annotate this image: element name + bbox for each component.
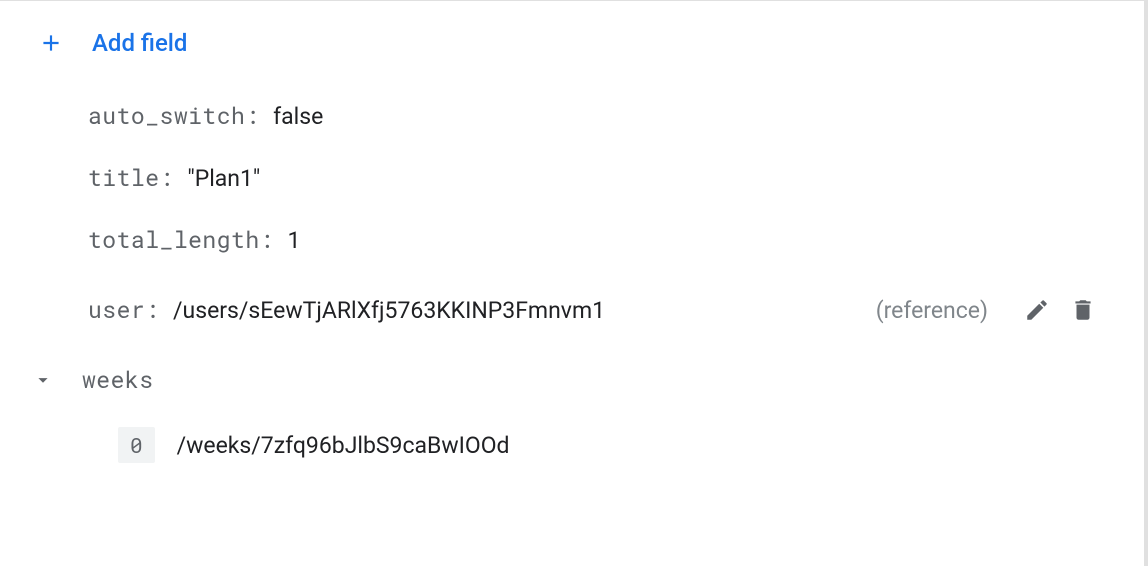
delete-button[interactable] (1062, 287, 1104, 333)
field-value: 1 (287, 227, 300, 254)
field-value: "Plan1" (187, 165, 260, 192)
field-key: weeks (82, 365, 154, 395)
field-key: user (88, 295, 145, 325)
field-type-label: (reference) (876, 297, 988, 324)
field-key: title (88, 163, 160, 193)
field-auto-switch[interactable]: auto_switch: false (88, 85, 1104, 147)
add-field-button[interactable]: Add field (0, 1, 1144, 85)
array-index-badge: 0 (118, 427, 155, 463)
add-field-label: Add field (92, 29, 187, 57)
field-user[interactable]: user: /users/sEewTjARlXfj5763KKINP3Fmnvm… (88, 271, 1104, 349)
field-colon: : (160, 163, 174, 193)
field-actions: (reference) (876, 287, 1104, 333)
field-value: /users/sEewTjARlXfj5763KKINP3Fmnvm1 (173, 297, 605, 324)
edit-button[interactable] (1016, 289, 1058, 331)
field-colon: : (260, 225, 274, 255)
field-title[interactable]: title: "Plan1" (88, 147, 1104, 209)
pencil-icon (1024, 297, 1050, 323)
trash-icon (1070, 295, 1096, 325)
field-weeks[interactable]: weeks (32, 349, 1104, 411)
array-item-0[interactable]: 0 /weeks/7zfq96bJlbS9caBwIOOd (88, 411, 1104, 479)
fields-list: auto_switch: false title: "Plan1" total_… (0, 85, 1144, 479)
field-key: total_length (88, 225, 260, 255)
field-colon: : (145, 295, 159, 325)
field-total-length[interactable]: total_length: 1 (88, 209, 1104, 271)
array-item-value: /weeks/7zfq96bJlbS9caBwIOOd (177, 432, 510, 459)
document-fields-panel: Add field auto_switch: false title: "Pla… (0, 0, 1148, 566)
field-value: false (273, 103, 323, 130)
field-colon: : (245, 101, 259, 131)
plus-icon (38, 30, 64, 56)
field-key: auto_switch (88, 101, 245, 131)
chevron-down-icon[interactable] (32, 369, 54, 391)
